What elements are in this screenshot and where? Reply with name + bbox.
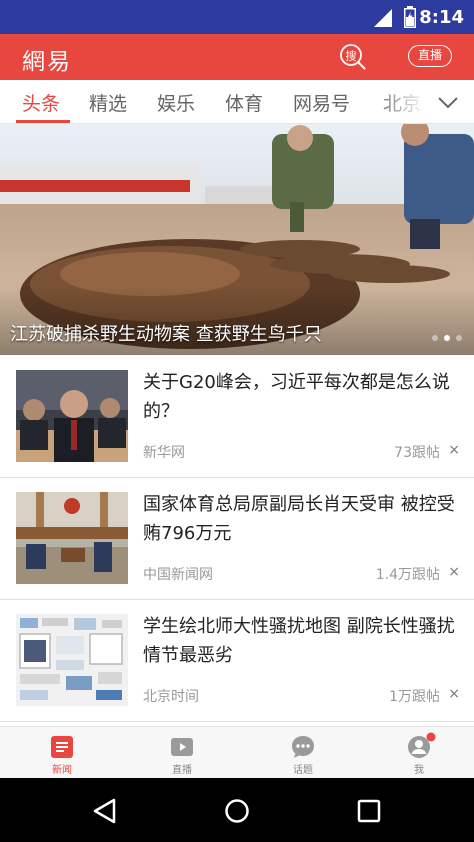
comment-count: 1万跟帖: [389, 689, 440, 705]
news-source: 新华网: [143, 445, 185, 461]
system-navigation-bar: [0, 778, 474, 842]
news-item[interactable]: 国家体育总局原副局长肖天受审 被控受贿796万元 中国新闻网 1.4万跟帖 ×: [0, 478, 474, 600]
nav-label: 话题: [293, 765, 313, 776]
tab-featured[interactable]: 精选: [89, 89, 127, 116]
expand-tabs-button[interactable]: [426, 80, 474, 123]
channel-tabs: 头条 精选 娱乐 体育 网易号 北京: [0, 80, 474, 124]
news-thumbnail: [16, 370, 128, 462]
svg-text:搜: 搜: [346, 49, 357, 63]
clock: 8:14: [419, 7, 464, 28]
app-logo: 網易: [22, 49, 72, 75]
nav-me[interactable]: 我: [360, 727, 474, 779]
play-icon: [171, 738, 193, 756]
news-title: 学生绘北师大性骚扰地图 副院长性骚扰情节最恶劣: [143, 616, 455, 666]
tab-netease-account[interactable]: 网易号: [293, 89, 350, 116]
news-source: 北京时间: [143, 689, 199, 705]
chat-icon: [292, 736, 314, 758]
news-title: 关于G20峰会，习近平每次都是怎么说的？: [143, 372, 450, 422]
news-source: 中国新闻网: [143, 567, 213, 583]
home-icon[interactable]: [224, 798, 250, 824]
news-item[interactable]: 关于G20峰会，习近平每次都是怎么说的？ 新华网 73跟帖 ×: [0, 356, 474, 478]
notification-dot: [426, 732, 436, 742]
carousel-dots: [426, 326, 462, 345]
dismiss-icon[interactable]: ×: [448, 442, 460, 458]
active-tab-indicator: [16, 120, 70, 123]
bottom-navigation: 新闻 直播 话题 我: [0, 726, 474, 778]
carousel-dot: [432, 335, 438, 341]
live-button-label: 直播: [417, 48, 442, 62]
nav-news[interactable]: 新闻: [3, 727, 121, 779]
search-icon[interactable]: 搜: [339, 43, 367, 71]
tab-fade: [376, 80, 426, 123]
news-thumbnail: [16, 614, 128, 706]
hero-banner[interactable]: 江苏破捕杀野生动物案 查获野生鸟千只: [0, 124, 474, 355]
comment-count: 73跟帖: [394, 445, 440, 461]
battery-icon: [404, 6, 416, 28]
status-bar: 8:14: [0, 0, 474, 34]
nav-label: 新闻: [52, 765, 72, 776]
app-bar: 網易 搜 直播: [0, 34, 474, 80]
chevron-down-icon: [438, 97, 458, 109]
hero-caption: 江苏破捕杀野生动物案 查获野生鸟千只: [10, 324, 322, 345]
nav-topics[interactable]: 话题: [244, 727, 362, 779]
carousel-dot: [456, 335, 462, 341]
comment-count: 1.4万跟帖: [375, 567, 440, 583]
news-item[interactable]: 学生绘北师大性骚扰地图 副院长性骚扰情节最恶劣 北京时间 1万跟帖 ×: [0, 600, 474, 722]
news-title: 国家体育总局原副局长肖天受审 被控受贿796万元: [143, 494, 455, 544]
tab-entertainment[interactable]: 娱乐: [157, 89, 195, 116]
recents-icon[interactable]: [356, 798, 382, 824]
news-icon: [51, 736, 73, 758]
nav-live[interactable]: 直播: [123, 727, 241, 779]
dismiss-icon[interactable]: ×: [448, 686, 460, 702]
live-button[interactable]: 直播: [408, 45, 452, 67]
dismiss-icon[interactable]: ×: [448, 564, 460, 580]
tab-sports[interactable]: 体育: [225, 89, 263, 116]
tab-headlines[interactable]: 头条: [22, 89, 60, 116]
nav-label: 直播: [172, 765, 192, 776]
signal-icon: [374, 9, 392, 27]
news-thumbnail: [16, 492, 128, 584]
back-icon[interactable]: [92, 798, 118, 824]
carousel-dot-active: [444, 335, 450, 341]
nav-label: 我: [414, 765, 424, 776]
